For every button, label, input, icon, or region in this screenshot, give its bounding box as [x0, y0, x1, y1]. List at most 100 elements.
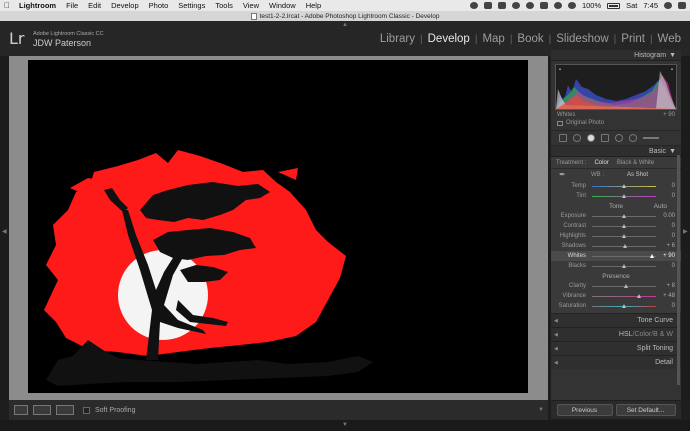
set-default-button[interactable]: Set Default... — [615, 404, 676, 416]
menu-develop[interactable]: Develop — [106, 0, 144, 11]
whites-thumb[interactable] — [650, 254, 655, 258]
basic-header[interactable]: Basic ▼ — [551, 146, 681, 157]
filmstrip-toggle-icon[interactable]: ▼ — [342, 422, 348, 428]
volume-icon[interactable] — [567, 2, 576, 9]
histogram-header[interactable]: Histogram ▼ — [551, 50, 681, 61]
before-after-button[interactable] — [33, 405, 51, 415]
battery-icon[interactable] — [607, 2, 621, 9]
hsl-title[interactable]: HSL — [619, 331, 633, 338]
vibrance-value[interactable]: + 48 — [663, 293, 675, 299]
saturation-value[interactable]: 0 — [672, 303, 675, 309]
toolbar-menu-icon[interactable]: ▼ — [538, 407, 544, 413]
color-title[interactable]: Color — [634, 331, 651, 338]
tint-thumb[interactable] — [621, 194, 626, 198]
whites-slider[interactable]: Whites + 90 — [551, 251, 681, 261]
top-panel-toggle-icon[interactable]: ▲ — [342, 22, 348, 28]
menu-view[interactable]: View — [238, 0, 264, 11]
module-map[interactable]: Map — [477, 33, 509, 45]
right-panel-edge[interactable]: ▶ — [681, 56, 690, 400]
moon-icon[interactable] — [525, 2, 534, 9]
menu-edit[interactable]: Edit — [83, 0, 106, 11]
tint-slider[interactable]: Tint 0 — [551, 191, 681, 201]
previous-button[interactable]: Previous — [556, 404, 613, 416]
left-panel-toggle-icon[interactable]: ◀ — [2, 228, 7, 235]
detail-panel[interactable]: ◀ Detail — [551, 355, 681, 369]
hsl-panel[interactable]: ◀ HSL / Color / B & W — [551, 327, 681, 341]
message-icon[interactable] — [497, 2, 506, 9]
red-eye-icon[interactable] — [587, 134, 595, 142]
right-panel-scrollbar[interactable] — [677, 155, 680, 385]
bw-title[interactable]: B & W — [653, 331, 673, 338]
temp-slider[interactable]: Temp 0 — [551, 181, 681, 191]
left-panel-edge[interactable]: ◀ — [0, 56, 9, 400]
vibrance-thumb[interactable] — [636, 294, 641, 298]
clarity-value[interactable]: + 8 — [666, 283, 675, 289]
radial-filter-icon[interactable] — [615, 134, 623, 142]
photo-image[interactable] — [28, 60, 528, 393]
module-develop[interactable]: Develop — [423, 33, 475, 45]
wb-select[interactable]: As Shot — [627, 172, 648, 178]
module-web[interactable]: Web — [653, 33, 686, 45]
filmstrip-edge[interactable]: ▼ — [0, 420, 690, 431]
brush-tool-icon[interactable] — [629, 134, 637, 142]
module-print[interactable]: Print — [616, 33, 650, 45]
wifi-icon[interactable] — [553, 2, 562, 9]
blacks-value[interactable]: 0 — [672, 263, 675, 269]
menu-settings[interactable]: Settings — [173, 0, 210, 11]
tone-curve-panel[interactable]: ◀ Tone Curve — [551, 313, 681, 327]
contrast-thumb[interactable] — [621, 224, 626, 228]
display-icon[interactable] — [483, 2, 492, 9]
blacks-thumb[interactable] — [621, 264, 626, 268]
temp-thumb[interactable] — [621, 184, 626, 188]
histogram[interactable]: ▲ ▲ — [555, 64, 677, 110]
menubar-time[interactable]: 7:45 — [643, 1, 658, 10]
contrast-slider[interactable]: Contrast 0 — [551, 221, 681, 231]
treatment-bw-option[interactable]: Black & White — [617, 160, 654, 166]
eyedropper-icon[interactable]: ✒ — [559, 170, 566, 179]
sync-icon[interactable] — [469, 2, 478, 9]
exposure-thumb[interactable] — [621, 214, 626, 218]
before-after-mode-button[interactable] — [56, 405, 74, 415]
brush-slider[interactable] — [643, 137, 659, 139]
saturation-thumb[interactable] — [621, 304, 626, 308]
tint-value[interactable]: 0 — [672, 193, 675, 199]
module-slideshow[interactable]: Slideshow — [551, 33, 613, 45]
blacks-slider[interactable]: Blacks 0 — [551, 261, 681, 271]
graduated-filter-icon[interactable] — [601, 134, 609, 142]
highlights-value[interactable]: 0 — [672, 233, 675, 239]
detail-toggle-icon[interactable]: ◀ — [554, 360, 558, 366]
highlights-thumb[interactable] — [621, 234, 626, 238]
auto-button[interactable]: Auto — [654, 203, 667, 210]
module-book[interactable]: Book — [512, 33, 548, 45]
whites-track[interactable] — [592, 256, 656, 257]
saturation-slider[interactable]: Saturation 0 — [551, 301, 681, 311]
crop-tool-icon[interactable] — [559, 134, 567, 142]
menu-help[interactable]: Help — [301, 0, 326, 11]
shadow-clipping-icon[interactable]: ▲ — [558, 66, 562, 71]
module-library[interactable]: Library — [375, 33, 420, 45]
split-toning-panel[interactable]: ◀ Split Toning — [551, 341, 681, 355]
spotlight-icon[interactable] — [664, 2, 672, 9]
histogram-collapse-icon[interactable]: ▼ — [669, 52, 676, 59]
split-toning-toggle-icon[interactable]: ◀ — [554, 346, 558, 352]
right-panel-toggle-icon[interactable]: ▶ — [683, 228, 688, 235]
exposure-slider[interactable]: Exposure 0.00 — [551, 211, 681, 221]
temp-value[interactable]: 0 — [672, 183, 675, 189]
apple-icon[interactable]:  — [0, 1, 14, 10]
loupe-view-button[interactable] — [14, 405, 28, 415]
basic-collapse-icon[interactable]: ▼ — [669, 148, 676, 155]
airplay-icon[interactable] — [539, 2, 548, 9]
notification-center-icon[interactable] — [678, 2, 686, 9]
vibrance-slider[interactable]: Vibrance + 48 — [551, 291, 681, 301]
photo-canvas[interactable] — [9, 56, 548, 400]
clarity-slider[interactable]: Clarity + 8 — [551, 281, 681, 291]
menu-file[interactable]: File — [61, 0, 83, 11]
menu-tools[interactable]: Tools — [210, 0, 238, 11]
highlights-slider[interactable]: Highlights 0 — [551, 231, 681, 241]
clarity-thumb[interactable] — [624, 284, 629, 288]
vibrance-track[interactable] — [592, 296, 656, 297]
whites-value[interactable]: + 90 — [663, 253, 675, 259]
treatment-color-option[interactable]: Color — [594, 160, 608, 166]
hsl-toggle-icon[interactable]: ◀ — [554, 332, 558, 338]
soft-proofing-checkbox[interactable] — [83, 406, 90, 414]
